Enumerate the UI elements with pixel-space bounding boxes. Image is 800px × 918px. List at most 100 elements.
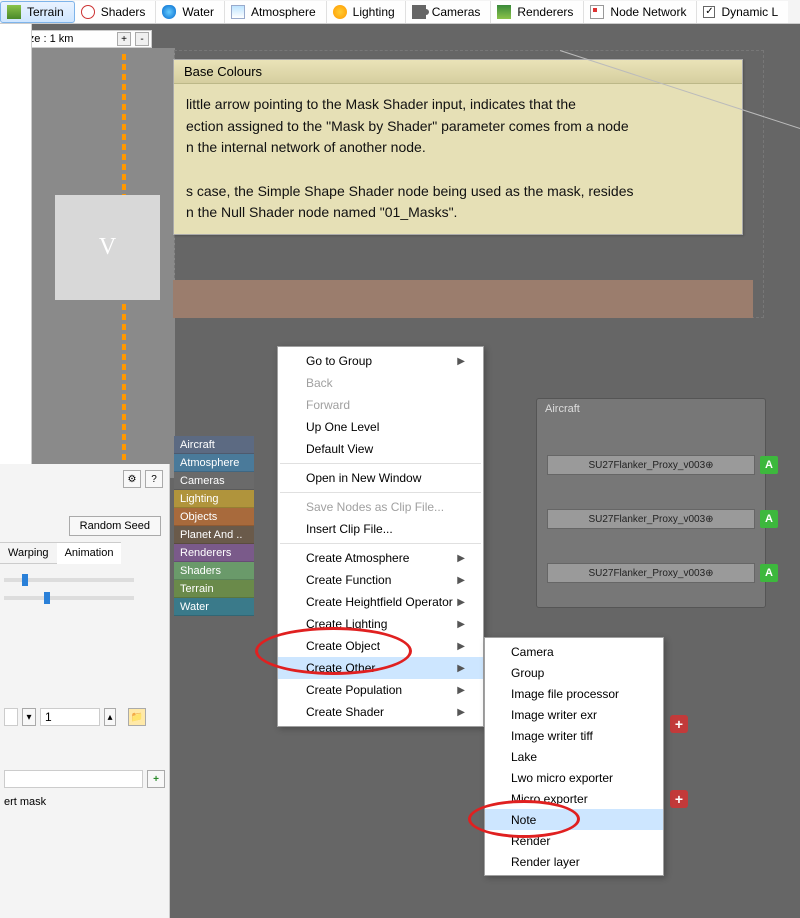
gear-button[interactable]: ⚙ — [123, 470, 141, 488]
cat-shaders[interactable]: Shaders — [174, 562, 254, 580]
atmosphere-icon — [231, 5, 245, 19]
menu-go-to-group[interactable]: Go to Group▶ — [278, 350, 483, 372]
menu-separator-2 — [280, 492, 481, 493]
cameras-label: Cameras — [432, 5, 481, 19]
submenu-micro-exporter[interactable]: Micro exporter — [485, 788, 663, 809]
node-a-badge-2: A — [760, 510, 778, 528]
tab-water[interactable]: Water — [156, 1, 225, 23]
top-toolbar: Terrain Shaders Water Atmosphere Lightin… — [0, 0, 800, 24]
menu-create-population[interactable]: Create Population▶ — [278, 679, 483, 701]
small-input[interactable] — [4, 708, 18, 726]
camera-icon — [412, 5, 426, 19]
cat-aircraft[interactable]: Aircraft — [174, 436, 254, 454]
renderers-icon — [497, 5, 511, 19]
size-bar: Size : 1 km + - — [12, 30, 152, 48]
network-icon — [590, 5, 604, 19]
terrain-icon — [7, 5, 21, 19]
red-plus-1[interactable]: + — [670, 715, 688, 733]
cat-atmosphere[interactable]: Atmosphere — [174, 454, 254, 472]
chevron-right-icon: ▶ — [457, 641, 465, 652]
tab-node-network[interactable]: Node Network — [584, 1, 697, 23]
checkbox-icon: ✓ — [703, 6, 715, 18]
cat-renderers[interactable]: Renderers — [174, 544, 254, 562]
submenu-image-file-processor[interactable]: Image file processor — [485, 683, 663, 704]
tab-atmosphere[interactable]: Atmosphere — [225, 1, 327, 23]
submenu-render-layer[interactable]: Render layer — [485, 851, 663, 872]
cat-cameras[interactable]: Cameras — [174, 472, 254, 490]
note-line-1: little arrow pointing to the Mask Shader… — [186, 96, 576, 112]
submenu-image-writer-tiff[interactable]: Image writer tiff — [485, 725, 663, 746]
tab-renderers[interactable]: Renderers — [491, 1, 584, 23]
cat-planet[interactable]: Planet And .. — [174, 526, 254, 544]
menu-create-heightfield[interactable]: Create Heightfield Operator▶ — [278, 591, 483, 613]
red-plus-2[interactable]: + — [670, 790, 688, 808]
spin-up[interactable]: ▴ — [104, 708, 116, 726]
menu-separator-1 — [280, 463, 481, 464]
submenu-image-writer-exr[interactable]: Image writer exr — [485, 704, 663, 725]
cat-water[interactable]: Water — [174, 598, 254, 616]
size-plus-button[interactable]: + — [117, 32, 131, 46]
tab-warping[interactable]: Warping — [0, 542, 57, 564]
help-button[interactable]: ? — [145, 470, 163, 488]
stepper-btn[interactable]: ▾ — [22, 708, 36, 726]
submenu-group[interactable]: Group — [485, 662, 663, 683]
shader-icon — [81, 5, 95, 19]
node-a-badge-3: A — [760, 564, 778, 582]
create-other-submenu: Camera Group Image file processor Image … — [484, 637, 664, 876]
number-input[interactable]: 1 — [40, 708, 100, 726]
cat-objects[interactable]: Objects — [174, 508, 254, 526]
tab-shaders[interactable]: Shaders — [75, 1, 157, 23]
menu-create-object[interactable]: Create Object▶ — [278, 635, 483, 657]
chevron-right-icon: ▶ — [457, 619, 465, 630]
tab-terrain[interactable]: Terrain — [0, 1, 75, 23]
tab-cameras[interactable]: Cameras — [406, 1, 492, 23]
mask-assign-input[interactable] — [4, 770, 143, 788]
folder-button[interactable]: 📁 — [128, 708, 146, 726]
random-seed-button[interactable]: Random Seed — [69, 516, 161, 536]
cat-terrain[interactable]: Terrain — [174, 580, 254, 598]
menu-create-atmosphere[interactable]: Create Atmosphere▶ — [278, 547, 483, 569]
note-title: Base Colours — [174, 60, 742, 84]
tab-animation[interactable]: Animation — [57, 542, 122, 564]
shader-preview[interactable]: V — [55, 195, 160, 300]
submenu-render[interactable]: Render — [485, 830, 663, 851]
note-backdrop — [173, 280, 753, 318]
chevron-right-icon: ▶ — [457, 575, 465, 586]
note-node[interactable]: Base Colours little arrow pointing to th… — [173, 59, 743, 235]
aircraft-node-2-label: SU27Flanker_Proxy_v003 — [588, 514, 705, 525]
aircraft-group[interactable]: Aircraft SU27Flanker_Proxy_v003⊕A SU27Fl… — [536, 398, 766, 608]
menu-create-lighting[interactable]: Create Lighting▶ — [278, 613, 483, 635]
menu-default-view[interactable]: Default View — [278, 438, 483, 460]
menu-up-one-level[interactable]: Up One Level — [278, 416, 483, 438]
network-label: Node Network — [610, 5, 686, 19]
menu-forward: Forward — [278, 394, 483, 416]
menu-create-other[interactable]: Create Other▶ — [278, 657, 483, 679]
slider-1[interactable] — [4, 578, 134, 582]
menu-open-new-window[interactable]: Open in New Window — [278, 467, 483, 489]
menu-insert-clip[interactable]: Insert Clip File... — [278, 518, 483, 540]
menu-create-function[interactable]: Create Function▶ — [278, 569, 483, 591]
cat-lighting[interactable]: Lighting — [174, 490, 254, 508]
submenu-lake[interactable]: Lake — [485, 746, 663, 767]
slider-1-thumb[interactable] — [22, 574, 28, 586]
size-minus-button[interactable]: - — [135, 32, 149, 46]
aircraft-node-2[interactable]: SU27Flanker_Proxy_v003⊕A — [547, 509, 755, 529]
category-list: Aircraft Atmosphere Cameras Lighting Obj… — [174, 436, 254, 616]
dynamic-label: Dynamic L — [721, 5, 778, 19]
submenu-note[interactable]: Note — [485, 809, 663, 830]
chevron-right-icon: ▶ — [457, 597, 465, 608]
tab-lighting[interactable]: Lighting — [327, 1, 406, 23]
aircraft-node-3[interactable]: SU27Flanker_Proxy_v003⊕A — [547, 563, 755, 583]
menu-create-shader[interactable]: Create Shader▶ — [278, 701, 483, 723]
slider-2-thumb[interactable] — [44, 592, 50, 604]
submenu-camera[interactable]: Camera — [485, 641, 663, 662]
context-menu: Go to Group▶ Back Forward Up One Level D… — [277, 346, 484, 727]
assign-plus-button[interactable]: + — [147, 770, 165, 788]
node-a-badge-1: A — [760, 456, 778, 474]
menu-separator-3 — [280, 543, 481, 544]
preview-glyph: V — [99, 234, 116, 261]
dynamic-checkbox-wrap[interactable]: ✓ Dynamic L — [697, 1, 788, 23]
aircraft-node-1[interactable]: SU27Flanker_Proxy_v003⊕A — [547, 455, 755, 475]
slider-2[interactable] — [4, 596, 134, 600]
submenu-lwo-exporter[interactable]: Lwo micro exporter — [485, 767, 663, 788]
